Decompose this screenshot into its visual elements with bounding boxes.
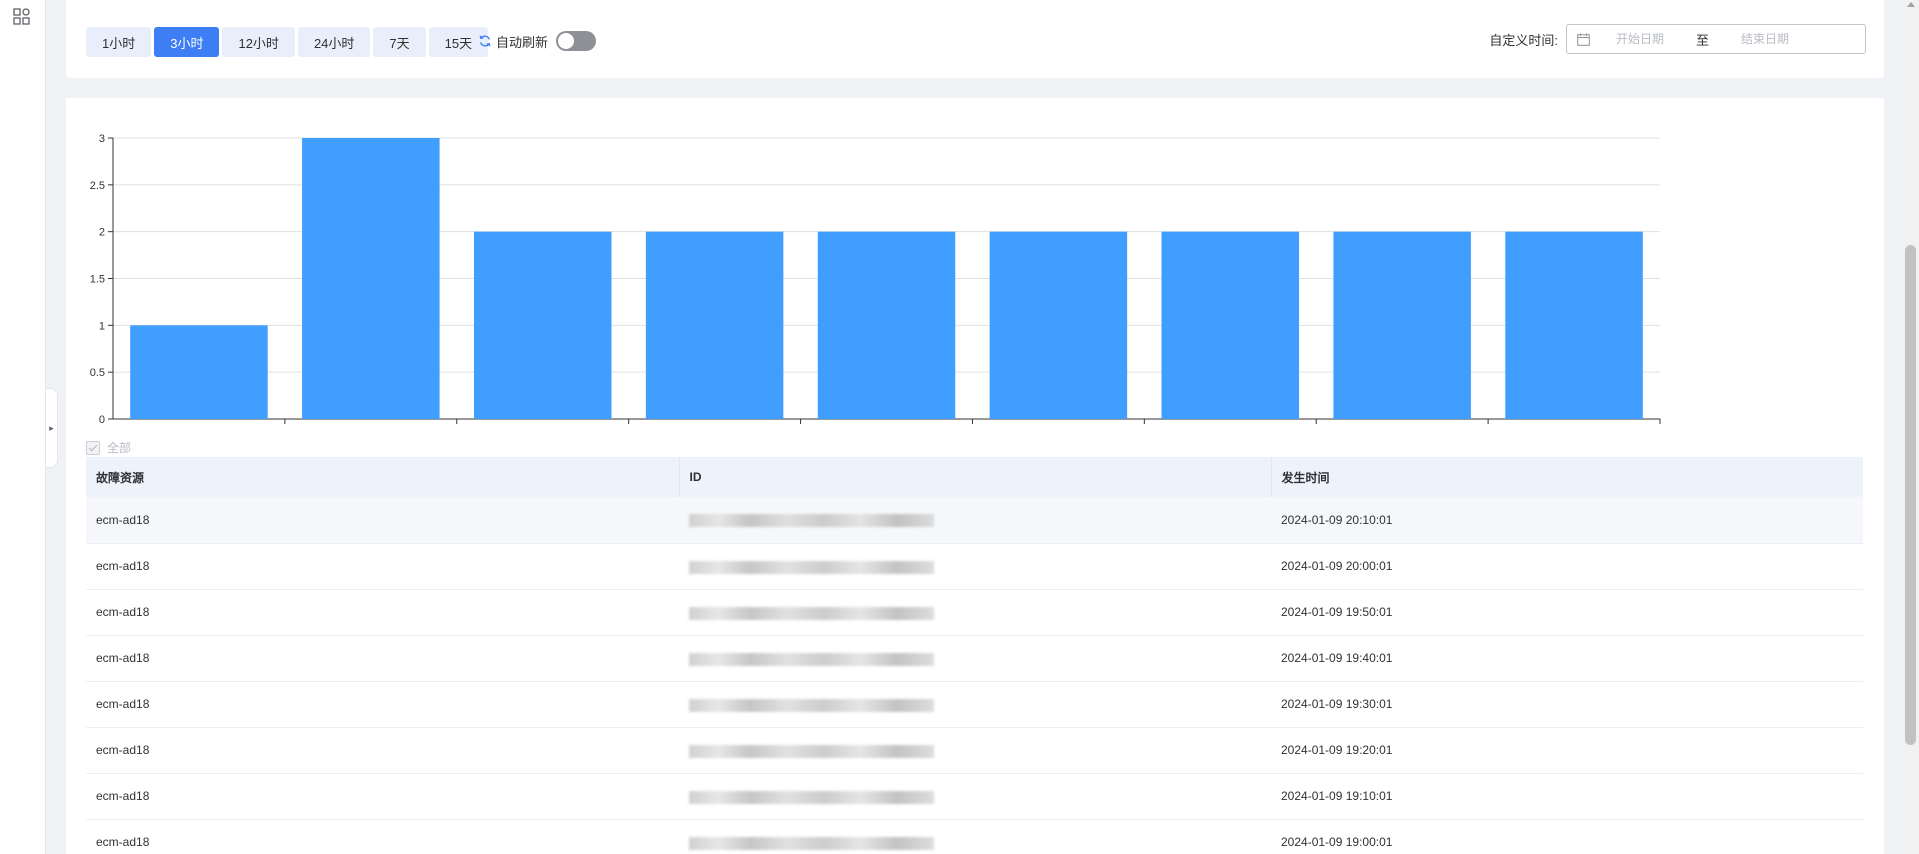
range-button-12h[interactable]: 12小时 bbox=[222, 27, 295, 57]
bar bbox=[645, 231, 784, 419]
redacted-id bbox=[689, 652, 934, 666]
id-cell bbox=[679, 589, 1271, 636]
y-tick-label: 1 bbox=[99, 320, 105, 332]
y-tick-label: 0.5 bbox=[90, 367, 105, 379]
id-cell bbox=[679, 635, 1271, 682]
redacted-id bbox=[689, 698, 934, 712]
bar bbox=[473, 231, 612, 419]
bar bbox=[302, 138, 440, 419]
chart-canvas: 0 0.5 1 1.5 2 2.5 3 bbox=[90, 133, 1661, 426]
scrollbar-thumb[interactable] bbox=[1905, 245, 1916, 745]
time-cell: 2024-01-09 20:10:01 bbox=[1271, 497, 1863, 544]
auto-refresh-label: 自动刷新 bbox=[496, 34, 549, 50]
time-cell: 2024-01-09 20:00:01 bbox=[1271, 543, 1863, 590]
time-cell: 2024-01-09 19:20:01 bbox=[1271, 727, 1863, 774]
y-tick-label: 2.5 bbox=[90, 180, 105, 192]
custom-time: 自定义时间: 至 bbox=[1489, 24, 1866, 54]
redacted-id bbox=[689, 790, 934, 804]
table-row[interactable]: ecm-ad18 2024-01-09 20:10:01 bbox=[86, 497, 1863, 544]
table-row[interactable]: ecm-ad18 2024-01-09 19:40:01 bbox=[86, 635, 1863, 682]
bar bbox=[817, 231, 956, 419]
id-cell bbox=[679, 497, 1271, 544]
time-cell: 2024-01-09 19:10:01 bbox=[1271, 773, 1863, 820]
id-cell bbox=[679, 543, 1271, 590]
end-date-input[interactable] bbox=[1715, 32, 1816, 46]
filter-bar: 1小时 3小时 12小时 24小时 7天 15天 自动刷新 自定义时间: 开始日… bbox=[66, 0, 1884, 78]
redacted-id bbox=[689, 836, 934, 850]
redacted-id bbox=[689, 514, 934, 527]
time-range-group: 1小时 3小时 12小时 24小时 7天 15天 bbox=[86, 27, 489, 57]
auto-refresh-toggle[interactable] bbox=[556, 31, 597, 51]
date-range-separator: 至 bbox=[1696, 32, 1710, 48]
date-range-picker[interactable]: 至 bbox=[1566, 24, 1866, 54]
resource-cell: ecm-ad18 bbox=[86, 635, 679, 682]
id-cell bbox=[679, 681, 1271, 728]
table-row[interactable]: ecm-ad18 2024-01-09 19:10:01 bbox=[86, 773, 1863, 820]
resource-cell: ecm-ad18 bbox=[86, 819, 679, 854]
resource-cell: ecm-ad18 bbox=[86, 543, 679, 590]
calendar-icon bbox=[1577, 33, 1590, 46]
table-row[interactable]: ecm-ad18 2024-01-09 20:00:01 bbox=[86, 543, 1863, 590]
fault-bar-chart: 0 0.5 1 1.5 2 2.5 3 bbox=[66, 98, 1884, 428]
table-header-row: 故障资源 ID 发生时间 bbox=[86, 457, 1863, 497]
id-cell bbox=[679, 819, 1271, 854]
toggle-knob bbox=[558, 33, 575, 49]
table-row[interactable]: ecm-ad18 2024-01-09 19:00:01 bbox=[86, 819, 1863, 854]
resource-cell: ecm-ad18 bbox=[86, 727, 679, 774]
y-tick-label: 2 bbox=[99, 227, 105, 239]
y-tick-label: 0 bbox=[99, 414, 105, 426]
time-cell: 2024-01-09 19:40:01 bbox=[1271, 635, 1863, 682]
redacted-id bbox=[689, 744, 934, 758]
page-scrollbar[interactable] bbox=[1902, 0, 1919, 854]
column-header-id[interactable]: ID bbox=[679, 457, 1272, 497]
bar bbox=[1505, 231, 1643, 419]
column-header-time[interactable]: 发生时间 bbox=[1271, 457, 1863, 497]
range-button-24h[interactable]: 24小时 bbox=[297, 27, 371, 57]
bar bbox=[989, 231, 1128, 419]
time-cell: 2024-01-09 19:00:01 bbox=[1271, 819, 1863, 854]
range-button-7d[interactable]: 7天 bbox=[373, 27, 426, 57]
table-row[interactable]: ecm-ad18 2024-01-09 19:50:01 bbox=[86, 589, 1863, 636]
select-all-label: 全部 bbox=[107, 441, 132, 455]
resource-cell: ecm-ad18 bbox=[86, 497, 679, 544]
content-panel: 0 0.5 1 1.5 2 2.5 3 全部 故障资源 ID 发生时间 ecm-ad18 bbox=[66, 98, 1884, 854]
time-cell: 2024-01-09 19:30:01 bbox=[1271, 681, 1863, 728]
select-all-checkbox[interactable] bbox=[86, 440, 100, 455]
id-cell bbox=[679, 727, 1271, 774]
y-tick-label: 1.5 bbox=[90, 274, 105, 286]
start-date-input[interactable] bbox=[1590, 32, 1690, 46]
custom-time-label: 自定义时间: bbox=[1489, 32, 1558, 48]
scroll-up-arrow[interactable] bbox=[1907, 2, 1915, 7]
bar bbox=[1161, 231, 1300, 419]
left-rail bbox=[0, 0, 46, 854]
chevron-right-icon: ▸ bbox=[49, 422, 54, 433]
resource-cell: ecm-ad18 bbox=[86, 589, 679, 636]
grid-apps-icon[interactable] bbox=[13, 8, 31, 26]
column-header-resource[interactable]: 故障资源 bbox=[86, 457, 680, 497]
resource-cell: ecm-ad18 bbox=[86, 773, 679, 820]
auto-refresh: 自动刷新 bbox=[478, 31, 597, 51]
resource-cell: ecm-ad18 bbox=[86, 681, 679, 728]
table-row[interactable]: ecm-ad18 2024-01-09 19:30:01 bbox=[86, 681, 1863, 728]
time-cell: 2024-01-09 19:50:01 bbox=[1271, 589, 1863, 636]
select-all[interactable]: 全部 bbox=[86, 439, 131, 456]
bar bbox=[130, 325, 268, 419]
sidebar-collapse-handle[interactable]: ▸ bbox=[46, 388, 58, 468]
fault-table: 故障资源 ID 发生时间 ecm-ad18 2024-01-09 20:10:0… bbox=[86, 457, 1863, 854]
redacted-id bbox=[689, 606, 934, 620]
table-row[interactable]: ecm-ad18 2024-01-09 19:20:01 bbox=[86, 727, 1863, 774]
refresh-icon bbox=[479, 35, 491, 47]
range-button-3h[interactable]: 3小时 bbox=[154, 27, 220, 57]
bar bbox=[1333, 231, 1471, 419]
range-button-1h[interactable]: 1小时 bbox=[86, 27, 152, 57]
y-tick-label: 3 bbox=[99, 133, 105, 145]
redacted-id bbox=[689, 560, 934, 574]
id-cell bbox=[679, 773, 1271, 820]
